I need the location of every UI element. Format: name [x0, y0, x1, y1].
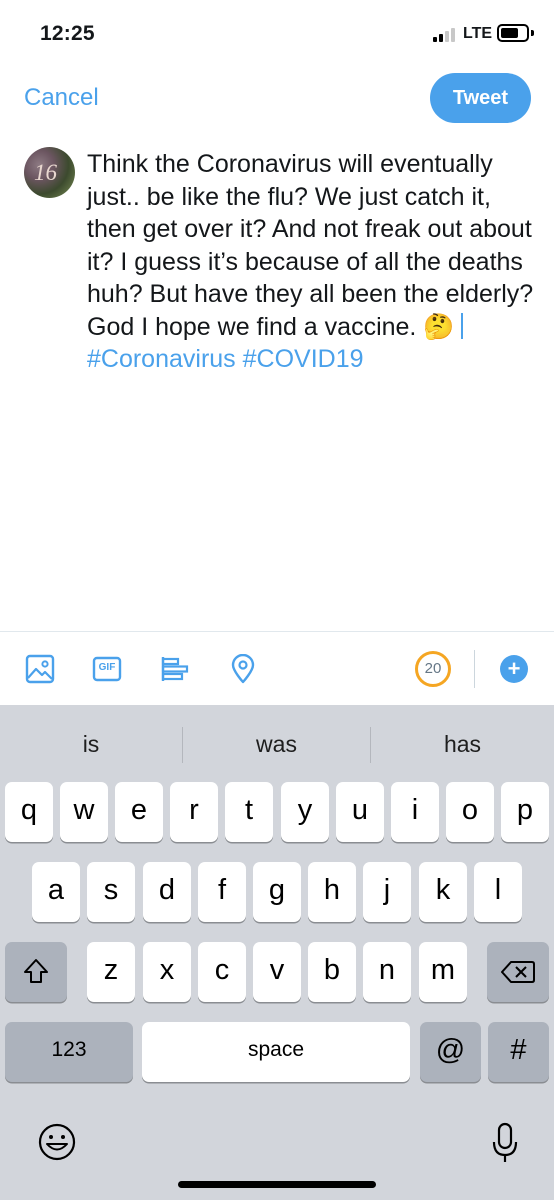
key-d[interactable]: d — [143, 862, 191, 922]
add-thread-button[interactable]: + — [500, 655, 528, 683]
backspace-icon — [501, 961, 535, 983]
character-counter: 20 — [415, 651, 451, 687]
key-e[interactable]: e — [115, 782, 163, 842]
key-a[interactable]: a — [32, 862, 80, 922]
key-j[interactable]: j — [363, 862, 411, 922]
poll-icon[interactable] — [160, 654, 190, 684]
space-key[interactable]: space — [142, 1022, 410, 1082]
tweet-button[interactable]: Tweet — [430, 73, 531, 123]
hash-key[interactable]: # — [488, 1022, 549, 1082]
key-n[interactable]: n — [363, 942, 411, 1002]
network-type: LTE — [463, 25, 493, 42]
battery-icon — [497, 24, 529, 42]
key-k[interactable]: k — [419, 862, 467, 922]
tweet-body-text: Think the Coronavirus will eventually ju… — [87, 150, 534, 341]
key-c[interactable]: c — [198, 942, 246, 1002]
avatar[interactable]: 16 — [24, 147, 75, 198]
key-r[interactable]: r — [170, 782, 218, 842]
gif-label: GIF — [98, 662, 116, 673]
key-v[interactable]: v — [253, 942, 301, 1002]
shift-icon — [24, 959, 48, 983]
key-z[interactable]: z — [87, 942, 135, 1002]
keyboard: is was has q w e r t y u i o p a s d f g… — [0, 705, 554, 1200]
key-y[interactable]: y — [281, 782, 329, 842]
toolbar-divider — [474, 650, 475, 688]
thinking-emoji: 🤔 — [423, 311, 455, 341]
key-b[interactable]: b — [308, 942, 356, 1002]
emoji-keyboard-icon[interactable] — [37, 1122, 77, 1162]
key-i[interactable]: i — [391, 782, 439, 842]
key-x[interactable]: x — [143, 942, 191, 1002]
battery-tip — [531, 30, 534, 36]
key-m[interactable]: m — [419, 942, 467, 1002]
cancel-button[interactable]: Cancel — [24, 84, 99, 112]
suggestion-1[interactable]: is — [0, 705, 182, 780]
delete-key[interactable] — [487, 942, 549, 1002]
suggestion-3[interactable]: has — [371, 705, 554, 780]
key-g[interactable]: g — [253, 862, 301, 922]
home-indicator — [178, 1181, 376, 1188]
signal-strength-icon — [433, 28, 457, 42]
key-p[interactable]: p — [501, 782, 549, 842]
key-h[interactable]: h — [308, 862, 356, 922]
key-o[interactable]: o — [446, 782, 494, 842]
hashtag-coronavirus[interactable]: #Coronavirus — [87, 345, 236, 373]
suggestion-bar: is was has — [0, 705, 554, 780]
status-time: 12:25 — [40, 22, 95, 45]
hashtag-covid19[interactable]: #COVID19 — [243, 345, 364, 373]
key-w[interactable]: w — [60, 782, 108, 842]
suggestion-2[interactable]: was — [183, 705, 370, 780]
gif-icon[interactable]: GIF — [92, 654, 122, 684]
key-f[interactable]: f — [198, 862, 246, 922]
key-t[interactable]: t — [225, 782, 273, 842]
microphone-icon[interactable] — [492, 1122, 518, 1164]
location-icon[interactable] — [228, 653, 258, 684]
key-u[interactable]: u — [336, 782, 384, 842]
status-bar: 12:25 LTE — [0, 0, 554, 64]
avatar-text: 16 — [34, 160, 57, 185]
key-l[interactable]: l — [474, 862, 522, 922]
text-cursor — [461, 312, 464, 339]
shift-key[interactable] — [5, 942, 67, 1002]
key-s[interactable]: s — [87, 862, 135, 922]
compose-toolbar: GIF 20 + — [0, 631, 554, 705]
key-q[interactable]: q — [5, 782, 53, 842]
tweet-text-area[interactable]: Think the Coronavirus will eventually ju… — [87, 148, 537, 376]
at-key[interactable]: @ — [420, 1022, 481, 1082]
numbers-key[interactable]: 123 — [5, 1022, 133, 1082]
image-icon[interactable] — [25, 654, 55, 684]
